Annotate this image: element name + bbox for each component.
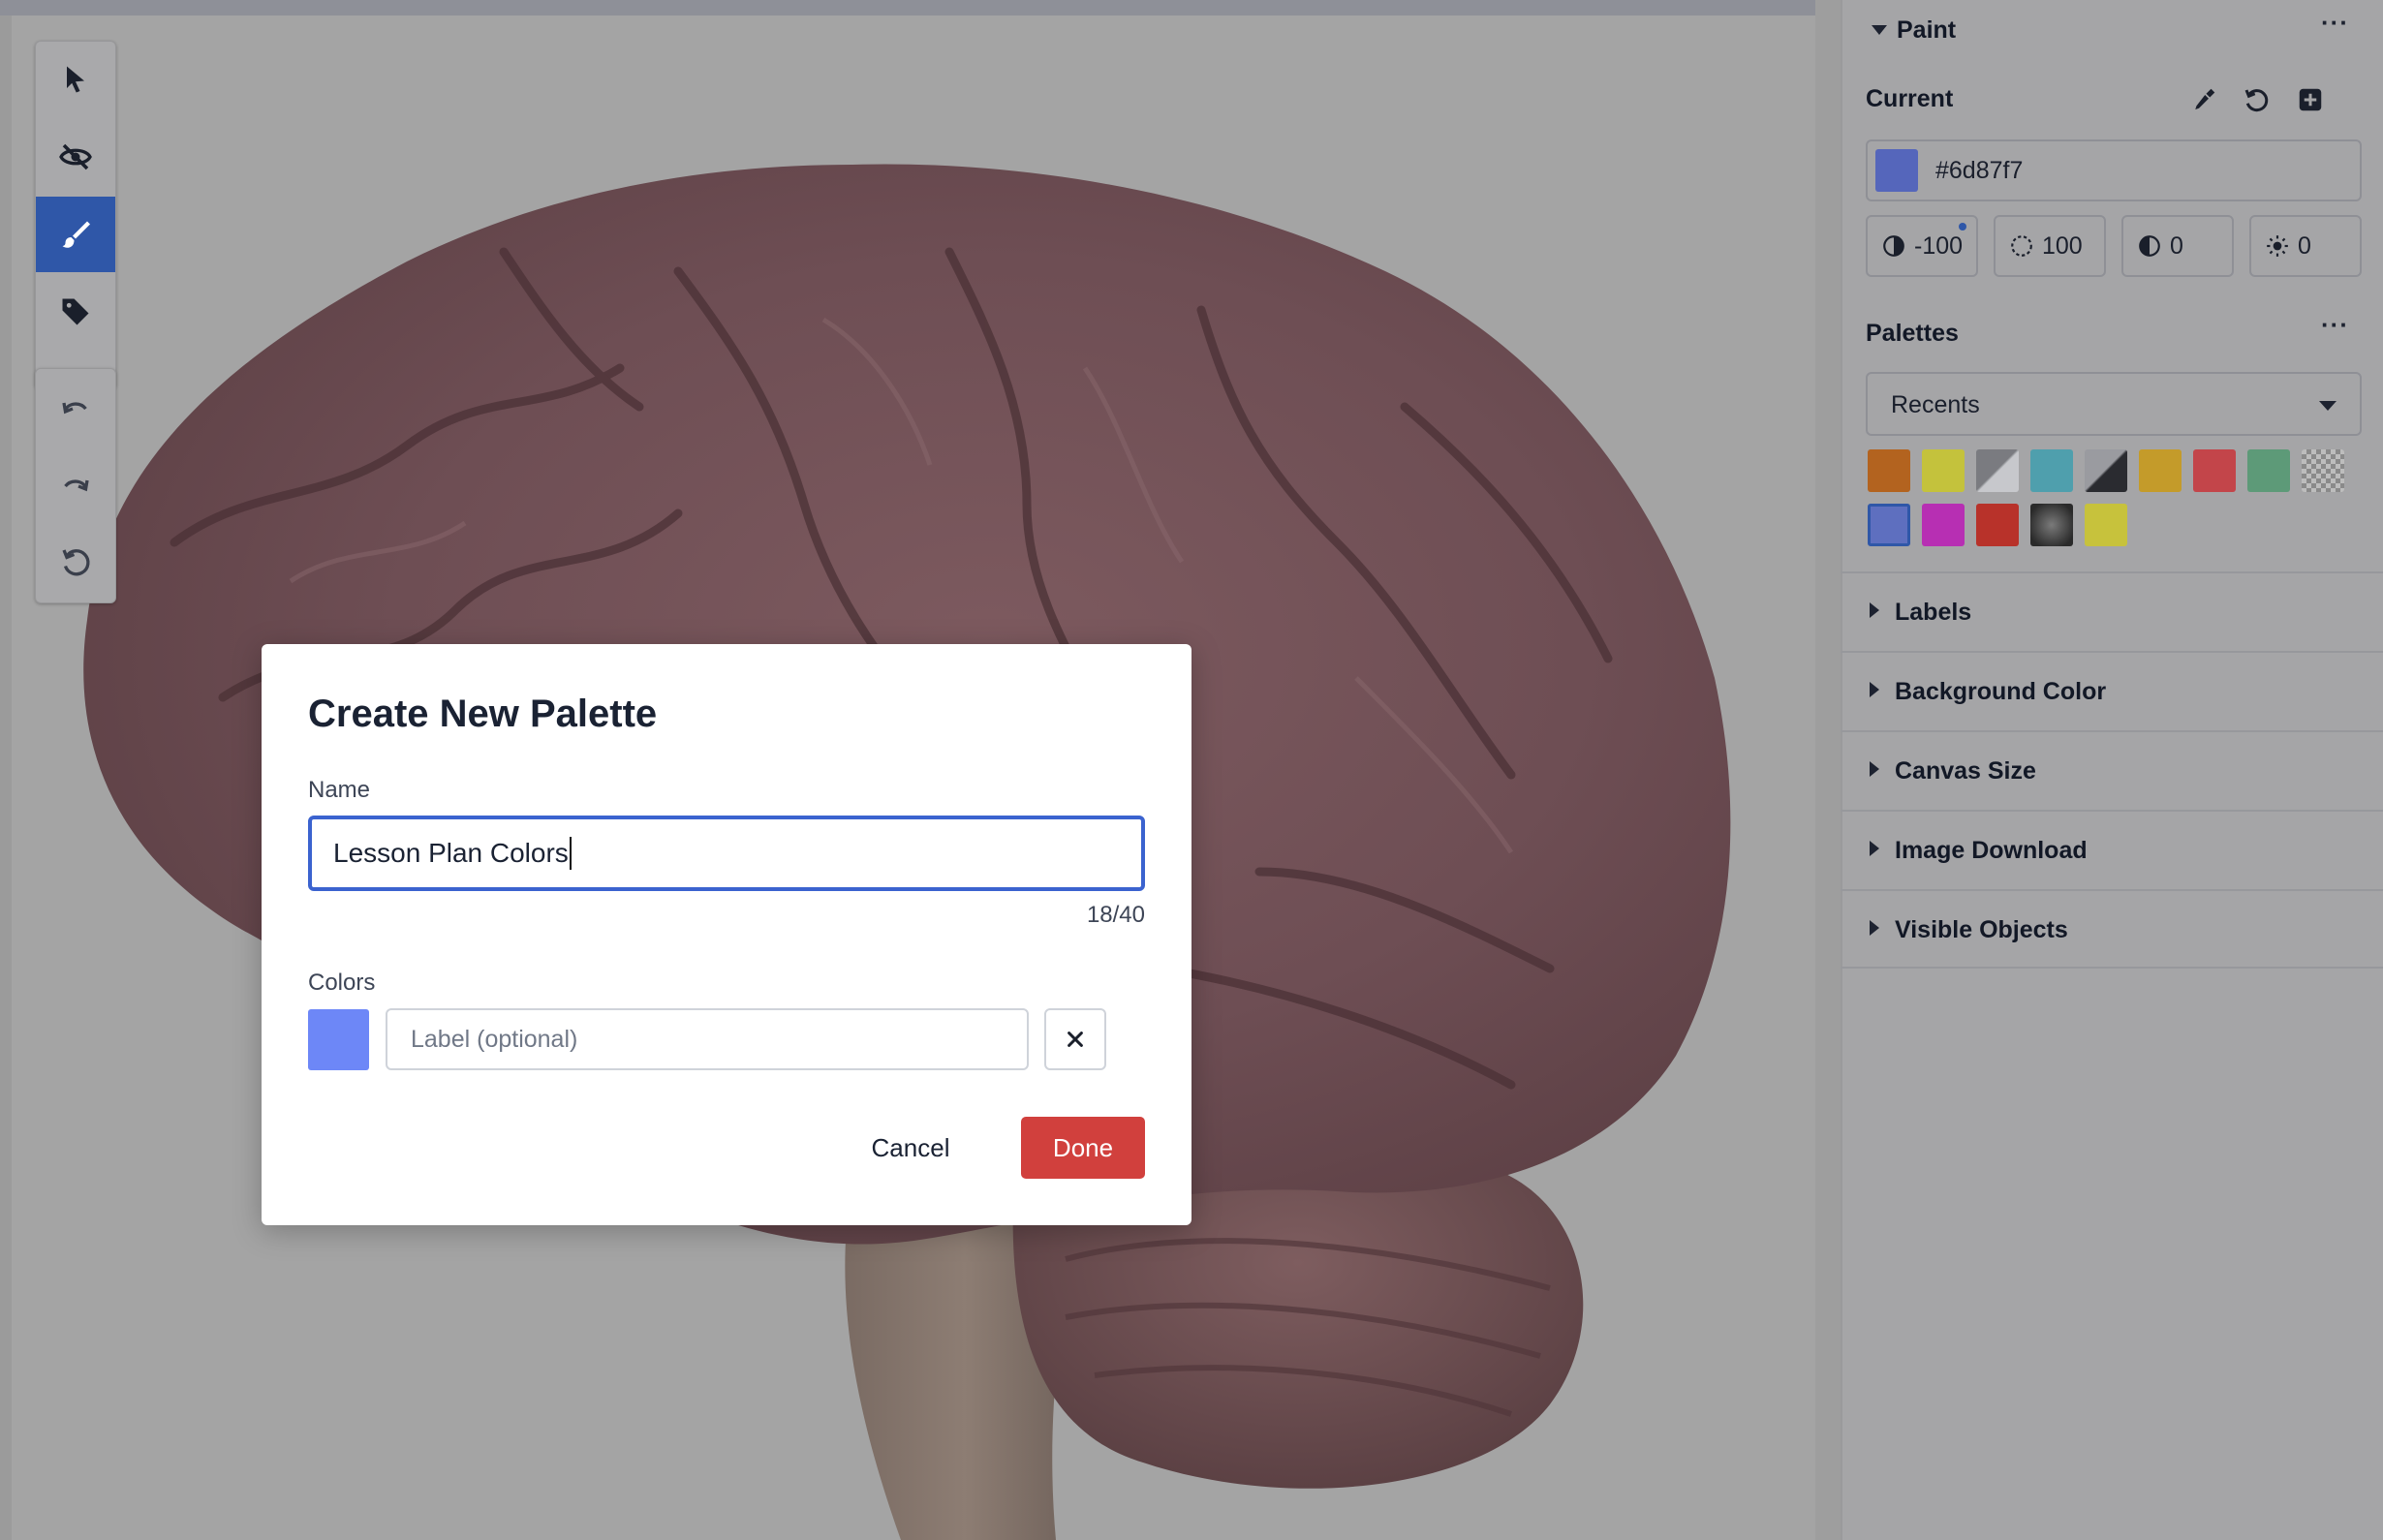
caret-right-icon <box>1870 841 1879 856</box>
section-title: Canvas Size <box>1895 757 2036 785</box>
palette-swatch[interactable] <box>2247 449 2290 492</box>
caret-right-icon <box>1870 682 1879 697</box>
cursor-arrow-icon <box>67 66 84 93</box>
section-title: Image Download <box>1895 837 2088 864</box>
palette-swatch[interactable] <box>2139 449 2182 492</box>
caret-right-icon <box>1870 920 1879 936</box>
label-tool-button[interactable] <box>36 274 115 350</box>
contrast-icon <box>1883 235 1904 257</box>
palettes-more-icon[interactable]: ··· <box>2321 310 2349 340</box>
hide-tool-button[interactable] <box>36 119 115 195</box>
select-tool-button[interactable] <box>36 42 115 117</box>
caret-right-icon <box>1870 761 1879 777</box>
hex-input[interactable]: #6d87f7 <box>1866 139 2362 201</box>
opacity-value: 100 <box>2042 231 2083 260</box>
tool-group <box>35 41 116 389</box>
section-visible-objects[interactable]: Visible Objects <box>1841 889 2383 969</box>
brightness-value: 0 <box>2298 231 2311 260</box>
reset-button[interactable] <box>36 524 115 600</box>
undo-icon <box>62 402 87 415</box>
section-title: Background Color <box>1895 678 2107 705</box>
name-label: Name <box>308 777 371 803</box>
remove-color-button[interactable] <box>1044 1008 1106 1070</box>
colors-label: Colors <box>308 970 376 996</box>
shade-value: 0 <box>2170 231 2183 260</box>
undo-button[interactable] <box>36 371 115 447</box>
history-group <box>35 368 116 603</box>
palette-select-value: Recents <box>1891 391 1980 418</box>
palettes-label: Palettes <box>1866 320 1959 347</box>
canvas-border <box>1815 0 1841 1540</box>
color-swatch[interactable] <box>308 1009 369 1070</box>
modified-dot <box>1959 223 1966 231</box>
opacity-field[interactable]: 100 <box>1994 215 2106 277</box>
reset-icon <box>62 549 90 576</box>
hex-value: #6d87f7 <box>1935 157 2024 184</box>
color-label-placeholder: Label (optional) <box>411 1025 578 1053</box>
paintbrush-icon <box>62 221 90 248</box>
contrast-value: -100 <box>1914 231 1964 260</box>
eyedropper-icon[interactable] <box>2189 85 2218 114</box>
palette-swatch[interactable] <box>1922 504 1965 546</box>
redo-icon <box>64 479 89 492</box>
palette-swatch[interactable] <box>1976 504 2019 546</box>
paint-more-icon[interactable]: ··· <box>2321 8 2349 38</box>
palette-swatch-selected[interactable] <box>1868 504 1910 546</box>
reset-color-icon[interactable] <box>2242 85 2271 114</box>
palette-select[interactable]: Recents <box>1866 372 2362 436</box>
palette-swatch[interactable] <box>2030 504 2073 546</box>
eye-off-icon <box>59 143 92 170</box>
section-background-color[interactable]: Background Color <box>1841 651 2383 730</box>
char-counter: 18/40 <box>1086 902 1145 928</box>
close-icon <box>1068 1032 1083 1047</box>
caret-right-icon <box>1870 602 1879 618</box>
palette-swatch[interactable] <box>1976 449 2019 492</box>
create-palette-dialog: Create New Palette Name Lesson Plan Colo… <box>262 644 1192 1225</box>
section-title: Visible Objects <box>1895 916 2068 943</box>
color-label-input[interactable]: Label (optional) <box>386 1008 1029 1070</box>
contrast-field[interactable]: -100 <box>1866 215 1978 277</box>
palette-swatch[interactable] <box>2302 449 2344 492</box>
dialog-title: Create New Palette <box>308 693 658 735</box>
text-caret <box>569 837 572 870</box>
opacity-icon <box>2011 235 2032 257</box>
palette-name-input[interactable]: Lesson Plan Colors <box>308 816 1145 891</box>
paint-title: Paint <box>1897 16 1957 44</box>
collapse-caret-icon[interactable] <box>1872 25 1887 35</box>
redo-button[interactable] <box>36 448 115 524</box>
paint-tool-button[interactable] <box>36 197 115 272</box>
tag-icon <box>62 298 89 325</box>
current-color-swatch[interactable] <box>1875 149 1918 192</box>
palette-swatch[interactable] <box>2193 449 2236 492</box>
section-image-download[interactable]: Image Download <box>1841 810 2383 889</box>
add-color-icon[interactable] <box>2296 85 2325 114</box>
cancel-button[interactable]: Cancel <box>862 1117 959 1179</box>
palette-swatch[interactable] <box>2085 449 2127 492</box>
chevron-down-icon <box>2319 401 2337 411</box>
palette-swatch[interactable] <box>2030 449 2073 492</box>
current-label: Current <box>1866 85 1954 112</box>
palette-swatch[interactable] <box>2085 504 2127 546</box>
shade-field[interactable]: 0 <box>2121 215 2234 277</box>
shade-icon <box>2139 235 2160 257</box>
section-canvas-size[interactable]: Canvas Size <box>1841 730 2383 810</box>
palette-swatch[interactable] <box>1922 449 1965 492</box>
brightness-icon <box>2267 235 2288 257</box>
palette-name-value: Lesson Plan Colors <box>333 838 569 868</box>
palette-swatch[interactable] <box>1868 449 1910 492</box>
section-title: Labels <box>1895 599 1972 626</box>
brightness-field[interactable]: 0 <box>2249 215 2362 277</box>
done-button[interactable]: Done <box>1021 1117 1145 1179</box>
section-labels[interactable]: Labels <box>1841 571 2383 651</box>
